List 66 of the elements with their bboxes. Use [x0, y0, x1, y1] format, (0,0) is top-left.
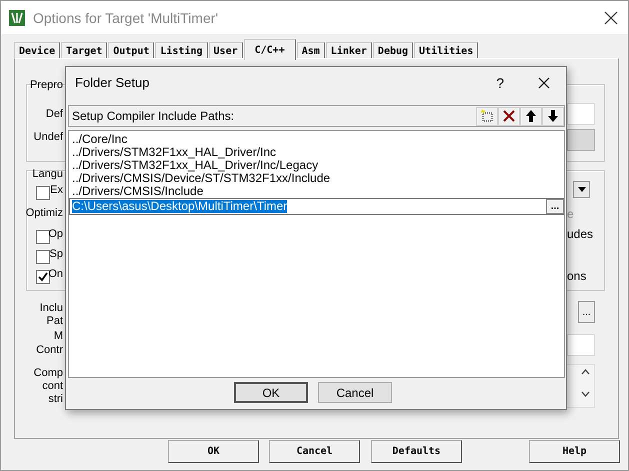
tab[interactable]: Asm — [296, 42, 325, 59]
field-label: stri — [48, 393, 63, 405]
scroll-up-icon[interactable] — [581, 369, 590, 375]
option-label: e — [567, 207, 574, 221]
dialog-button[interactable]: OK — [168, 440, 259, 463]
list-item[interactable]: ../Drivers/STM32F1xx_HAL_Driver/Inc/Legacy — [69, 159, 564, 172]
checkbox[interactable] — [36, 250, 50, 264]
dialog-title: Folder Setup — [75, 75, 150, 90]
close-icon[interactable] — [538, 76, 550, 88]
tab[interactable]: Debug — [372, 42, 414, 59]
dialog-button[interactable]: Defaults — [371, 440, 462, 463]
browse-button[interactable]: ... — [546, 199, 564, 214]
text-area[interactable] — [566, 364, 595, 408]
list-item[interactable]: ../Drivers/CMSIS/Device/ST/STM32F1xx/Include — [69, 172, 564, 185]
browse-button[interactable]: ... — [578, 301, 595, 323]
new-folder-icon[interactable] — [476, 106, 498, 126]
field-label: Pat — [46, 315, 63, 327]
field-label: Contr — [36, 344, 63, 356]
list-title: Setup Compiler Include Paths: — [72, 109, 236, 123]
checkbox[interactable] — [36, 186, 50, 200]
checkbox[interactable] — [36, 230, 50, 244]
tab[interactable]: Utilities — [414, 42, 478, 59]
tab[interactable]: User — [208, 42, 243, 59]
scroll-down-icon[interactable] — [581, 391, 590, 397]
checkbox-label: Sp — [50, 248, 63, 260]
field-label: Comp — [34, 367, 63, 379]
field-label: cont — [42, 380, 63, 392]
delete-icon[interactable] — [498, 106, 520, 126]
list-item[interactable]: ../Drivers/CMSIS/Include — [69, 185, 564, 198]
tab[interactable]: Listing — [155, 42, 208, 59]
checkbox[interactable] — [36, 270, 50, 284]
input-field[interactable] — [567, 103, 595, 125]
input-text: C:\Users\asus\Desktop\MultiTimer\Timer — [72, 200, 288, 213]
move-up-icon[interactable] — [520, 106, 542, 126]
close-icon[interactable] — [604, 10, 618, 24]
field-label: M — [54, 330, 63, 342]
input-field[interactable] — [567, 334, 595, 356]
field-label: Optimiz — [26, 207, 63, 219]
path-input[interactable]: C:\Users\asus\Desktop\MultiTimer\Timer ... — [69, 198, 564, 215]
group-label: Langu — [32, 168, 63, 180]
group-label: Prepro — [30, 79, 63, 91]
field-label: Def — [46, 108, 63, 120]
option-label: udes — [567, 227, 594, 241]
checkbox-label: On — [48, 268, 63, 280]
tab[interactable]: Device — [14, 42, 60, 59]
move-down-icon[interactable] — [542, 106, 564, 126]
checkbox-label: Ex — [50, 184, 63, 196]
tab[interactable]: C/C++ — [244, 39, 296, 60]
caret-icon — [578, 187, 586, 192]
field-label: Inclu — [40, 302, 63, 314]
option-label: ons — [567, 269, 586, 283]
field-label: Undef — [34, 131, 63, 143]
list-item[interactable]: ../Core/Inc — [69, 133, 564, 146]
list-item[interactable]: ../Drivers/STM32F1xx_HAL_Driver/Inc — [69, 146, 564, 159]
tab[interactable]: Linker — [326, 42, 372, 59]
tab[interactable]: Output — [108, 42, 154, 59]
dialog-button[interactable]: Cancel — [318, 382, 392, 403]
dialog-button[interactable]: OK — [234, 382, 308, 403]
tab[interactable]: Target — [61, 42, 108, 59]
help-button[interactable]: ? — [496, 74, 504, 90]
checkbox-label: Op — [48, 228, 63, 240]
dialog-button[interactable]: Cancel — [269, 440, 360, 463]
app-icon — [9, 10, 25, 26]
dialog-button[interactable]: Help — [529, 440, 620, 463]
window-title: Options for Target 'MultiTimer' — [33, 10, 220, 26]
dropdown-button[interactable] — [573, 181, 590, 198]
